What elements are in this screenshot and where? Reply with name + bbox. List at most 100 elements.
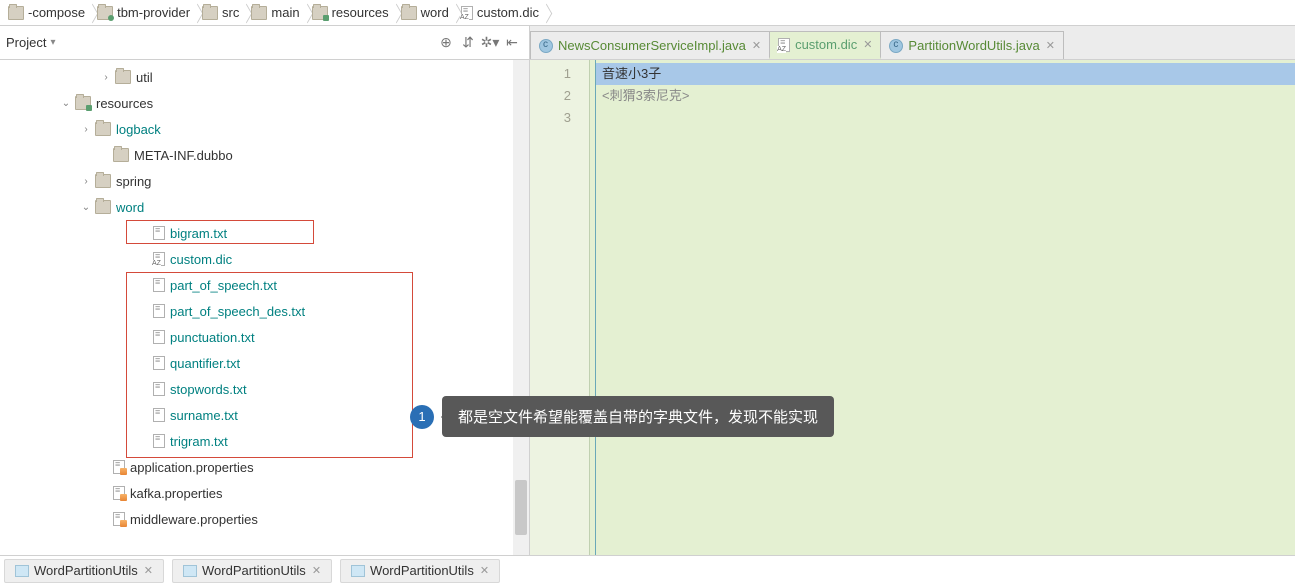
window-icon: [15, 565, 29, 577]
tree-item-label: spring: [116, 174, 151, 189]
project-panel-title[interactable]: Project: [6, 35, 46, 50]
editor-area: 1 2 3 音速小3子 <刺猬3索尼克>: [530, 60, 1295, 555]
bottom-tab[interactable]: WordPartitionUtils ✕: [4, 559, 164, 583]
editor-tabs: NewsConsumerServiceImpl.java✕ custom.dic…: [530, 26, 1295, 59]
file-icon: [153, 382, 165, 396]
tree-item-label: part_of_speech_des.txt: [170, 304, 305, 319]
locate-icon[interactable]: ⊕: [435, 32, 457, 54]
crumb-label: custom.dic: [477, 5, 539, 20]
tree-item[interactable]: part_of_speech_des.txt: [0, 298, 529, 324]
tree-item[interactable]: custom.dic: [0, 246, 529, 272]
tree-item-label: kafka.properties: [130, 486, 223, 501]
file-icon: [153, 278, 165, 292]
folder-icon: [75, 96, 91, 110]
tree-item[interactable]: › spring: [0, 168, 529, 194]
collapse-icon[interactable]: ⇵: [457, 32, 479, 54]
project-tree[interactable]: › util ⌄resources › logback META-INF.dubbo › sp…: [0, 60, 529, 532]
close-icon[interactable]: ✕: [863, 38, 872, 51]
tree-item[interactable]: ⌄resources: [0, 90, 529, 116]
folder-icon: [8, 6, 24, 20]
tree-item-label: bigram.txt: [170, 226, 227, 241]
crumb-tbm-provider[interactable]: tbm-provider: [93, 5, 198, 20]
crumb-label: word: [421, 5, 449, 20]
close-icon[interactable]: ✕: [1046, 39, 1055, 52]
chevron-down-icon[interactable]: ⌄: [80, 202, 92, 213]
tree-item[interactable]: kafka.properties: [0, 480, 529, 506]
close-icon[interactable]: ✕: [144, 564, 153, 577]
tab-news-consumer[interactable]: NewsConsumerServiceImpl.java✕: [530, 31, 770, 59]
tab-label: PartitionWordUtils.java: [908, 38, 1039, 53]
project-panel-header: Project ▾ ⊕ ⇵ ✲▾ ⇤: [0, 26, 530, 59]
bottom-tab-label: WordPartitionUtils: [370, 563, 474, 578]
tree-item[interactable]: › logback: [0, 116, 529, 142]
editor-line[interactable]: [596, 107, 1295, 129]
crumb-label: main: [271, 5, 299, 20]
chevron-down-icon[interactable]: ⌄: [60, 98, 72, 109]
editor-line[interactable]: <刺猬3索尼克>: [596, 85, 1295, 107]
crumb-src[interactable]: src: [198, 5, 247, 20]
hide-icon[interactable]: ⇤: [501, 32, 523, 54]
bottom-tab[interactable]: WordPartitionUtils ✕: [172, 559, 332, 583]
tree-item-label: logback: [116, 122, 161, 137]
folder-icon: [95, 200, 111, 214]
tree-item[interactable]: middleware.properties: [0, 506, 529, 532]
tree-item-label: middleware.properties: [130, 512, 258, 527]
close-icon[interactable]: ✕: [752, 39, 761, 52]
main-area: › util ⌄resources › logback META-INF.dubbo › sp…: [0, 60, 1295, 555]
file-icon: [153, 226, 165, 240]
tree-item-label: trigram.txt: [170, 434, 228, 449]
editor-content[interactable]: 音速小3子 <刺猬3索尼克>: [596, 60, 1295, 555]
tree-item[interactable]: bigram.txt: [0, 220, 529, 246]
crumb-compose[interactable]: -compose: [4, 5, 93, 20]
folder-icon: [312, 6, 328, 20]
tab-label: custom.dic: [795, 37, 857, 52]
crumb-resources[interactable]: resources: [308, 5, 397, 20]
crumb-main[interactable]: main: [247, 5, 307, 20]
bottom-tabs: WordPartitionUtils✕ WordPartitionUtils✕ …: [0, 555, 1295, 585]
file-icon: [153, 304, 165, 318]
tree-item[interactable]: › util: [0, 64, 529, 90]
project-tree-panel: › util ⌄resources › logback META-INF.dubbo › sp…: [0, 60, 530, 555]
bottom-tab[interactable]: WordPartitionUtils ✕: [340, 559, 500, 583]
close-icon[interactable]: ✕: [480, 564, 489, 577]
editor-line[interactable]: 音速小3子: [596, 63, 1295, 85]
tree-item-label: surname.txt: [170, 408, 238, 423]
chevron-right-icon[interactable]: ›: [80, 124, 92, 135]
folder-icon: [95, 122, 111, 136]
scrollbar-vertical[interactable]: [513, 60, 529, 555]
tree-item[interactable]: application.properties: [0, 454, 529, 480]
scrollbar-thumb[interactable]: [515, 480, 527, 535]
bottom-tab-label: WordPartitionUtils: [34, 563, 138, 578]
window-icon: [183, 565, 197, 577]
tree-item[interactable]: part_of_speech.txt: [0, 272, 529, 298]
folder-icon: [95, 174, 111, 188]
tree-item-label: META-INF.dubbo: [134, 148, 233, 163]
toolbar-row: Project ▾ ⊕ ⇵ ✲▾ ⇤ NewsConsumerServiceIm…: [0, 26, 1295, 60]
tree-item-label: custom.dic: [170, 252, 232, 267]
dropdown-icon[interactable]: ▾: [50, 37, 55, 48]
tree-item-label: part_of_speech.txt: [170, 278, 277, 293]
tree-item-label: punctuation.txt: [170, 330, 255, 345]
tree-item[interactable]: punctuation.txt: [0, 324, 529, 350]
chevron-right-icon[interactable]: ›: [100, 72, 112, 83]
tab-custom-dic[interactable]: custom.dic ✕: [769, 31, 881, 59]
settings-icon[interactable]: ✲▾: [479, 32, 501, 54]
tree-item-label: util: [136, 70, 153, 85]
breadcrumb: -compose tbm-provider src main resources…: [0, 0, 1295, 26]
tree-item-label: quantifier.txt: [170, 356, 240, 371]
tree-item[interactable]: ⌄ word: [0, 194, 529, 220]
chevron-right-icon[interactable]: ›: [80, 176, 92, 187]
window-icon: [351, 565, 365, 577]
bottom-tab-label: WordPartitionUtils: [202, 563, 306, 578]
tab-partition-word[interactable]: PartitionWordUtils.java ✕: [880, 31, 1063, 59]
crumb-custom-dic[interactable]: custom.dic: [457, 5, 547, 20]
crumb-label: -compose: [28, 5, 85, 20]
line-gutter: 1 2 3: [530, 60, 590, 555]
close-icon[interactable]: ✕: [312, 564, 321, 577]
tree-item-label: word: [116, 200, 144, 215]
folder-icon: [115, 70, 131, 84]
tree-item[interactable]: META-INF.dubbo: [0, 142, 529, 168]
crumb-word[interactable]: word: [397, 5, 457, 20]
tree-item[interactable]: quantifier.txt: [0, 350, 529, 376]
folder-icon: [97, 6, 113, 20]
